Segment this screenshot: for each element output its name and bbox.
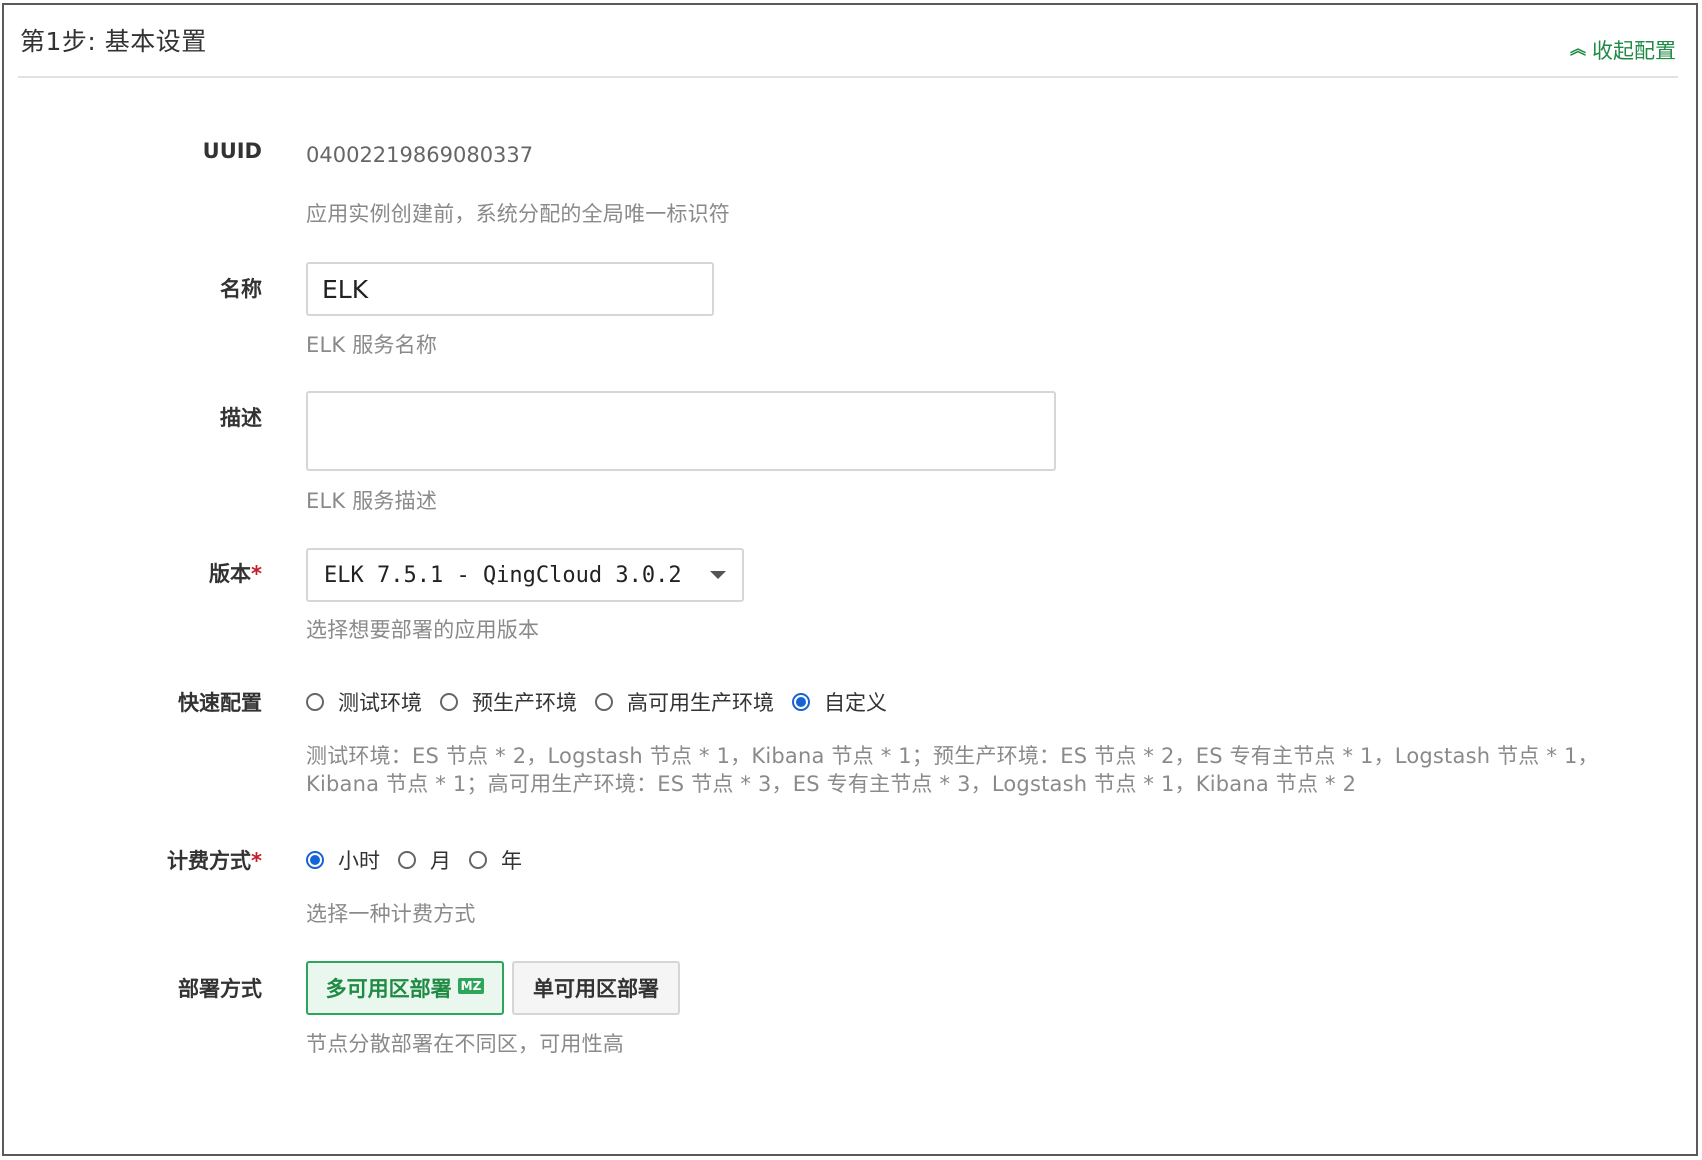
radio-year[interactable] xyxy=(469,851,487,869)
radio-ha-prod[interactable] xyxy=(595,693,613,711)
uuid-label: UUID xyxy=(202,139,262,163)
radio-preprod[interactable] xyxy=(440,693,458,711)
multi-zone-deploy-label: 多可用区部署 xyxy=(325,977,452,1001)
required-mark: * xyxy=(251,562,262,586)
required-mark: * xyxy=(251,849,262,873)
quick-config-option-label: 预生产环境 xyxy=(472,691,577,715)
radio-custom[interactable] xyxy=(792,693,810,711)
billing-option-month[interactable]: 月 xyxy=(398,845,451,875)
radio-month[interactable] xyxy=(398,851,416,869)
billing-option-label: 月 xyxy=(430,849,451,873)
name-input[interactable] xyxy=(306,262,714,316)
multi-zone-deploy-button[interactable]: 多可用区部署 MZ xyxy=(306,961,504,1015)
version-help: 选择想要部署的应用版本 xyxy=(306,618,540,642)
quick-config-option-ha-prod[interactable]: 高可用生产环境 xyxy=(595,687,774,717)
billing-option-label: 年 xyxy=(501,849,522,873)
quick-config-radio-group: 测试环境 预生产环境 高可用生产环境 自定义 xyxy=(306,687,905,717)
deployment-help: 节点分散部署在不同区，可用性高 xyxy=(306,1032,624,1056)
quick-config-option-label: 自定义 xyxy=(824,691,887,715)
name-label: 名称 xyxy=(220,277,262,301)
description-label: 描述 xyxy=(220,406,262,430)
uuid-help: 应用实例创建前，系统分配的全局唯一标识符 xyxy=(306,202,730,226)
double-chevron-up-icon: ︽ xyxy=(1569,39,1586,58)
quick-config-option-test[interactable]: 测试环境 xyxy=(306,687,422,717)
billing-help: 选择一种计费方式 xyxy=(306,902,476,926)
billing-radio-group: 小时 月 年 xyxy=(306,845,540,875)
deployment-label: 部署方式 xyxy=(178,977,262,1001)
collapse-config-link[interactable]: ︽ 收起配置 xyxy=(1570,35,1676,65)
billing-option-year[interactable]: 年 xyxy=(469,845,522,875)
billing-label: 计费方式* xyxy=(167,845,262,875)
quick-config-label: 快速配置 xyxy=(178,691,262,715)
radio-hour[interactable] xyxy=(306,851,324,869)
version-label: 版本* xyxy=(209,558,262,588)
section-divider xyxy=(18,76,1678,78)
version-label-text: 版本 xyxy=(209,562,252,586)
uuid-value: 04002219869080337 xyxy=(306,143,534,167)
quick-config-option-label: 高可用生产环境 xyxy=(627,691,774,715)
basic-settings-panel: 第1步: 基本设置 ︽ 收起配置 UUID 04002219869080337 … xyxy=(2,3,1698,1156)
quick-config-option-custom[interactable]: 自定义 xyxy=(792,687,887,717)
version-selected-value: ELK 7.5.1 - QingCloud 3.0.2 xyxy=(324,562,682,588)
caret-down-icon xyxy=(710,571,726,579)
description-textarea[interactable] xyxy=(306,391,1056,471)
quick-config-option-preprod[interactable]: 预生产环境 xyxy=(440,687,577,717)
billing-option-label: 小时 xyxy=(338,849,380,873)
quick-config-help: 测试环境：ES 节点 * 2，Logstash 节点 * 1，Kibana 节点… xyxy=(306,744,1599,796)
mz-badge: MZ xyxy=(457,978,485,994)
name-help: ELK 服务名称 xyxy=(306,333,438,357)
description-help: ELK 服务描述 xyxy=(306,489,438,513)
billing-option-hour[interactable]: 小时 xyxy=(306,845,380,875)
billing-label-text: 计费方式 xyxy=(167,849,252,873)
section-title: 第1步: 基本设置 xyxy=(20,27,207,56)
version-select[interactable]: ELK 7.5.1 - QingCloud 3.0.2 xyxy=(306,548,744,602)
collapse-config-label: 收起配置 xyxy=(1592,39,1676,63)
single-zone-deploy-button[interactable]: 单可用区部署 xyxy=(512,961,680,1015)
single-zone-deploy-label: 单可用区部署 xyxy=(533,977,659,1001)
radio-test[interactable] xyxy=(306,693,324,711)
quick-config-option-label: 测试环境 xyxy=(338,691,422,715)
